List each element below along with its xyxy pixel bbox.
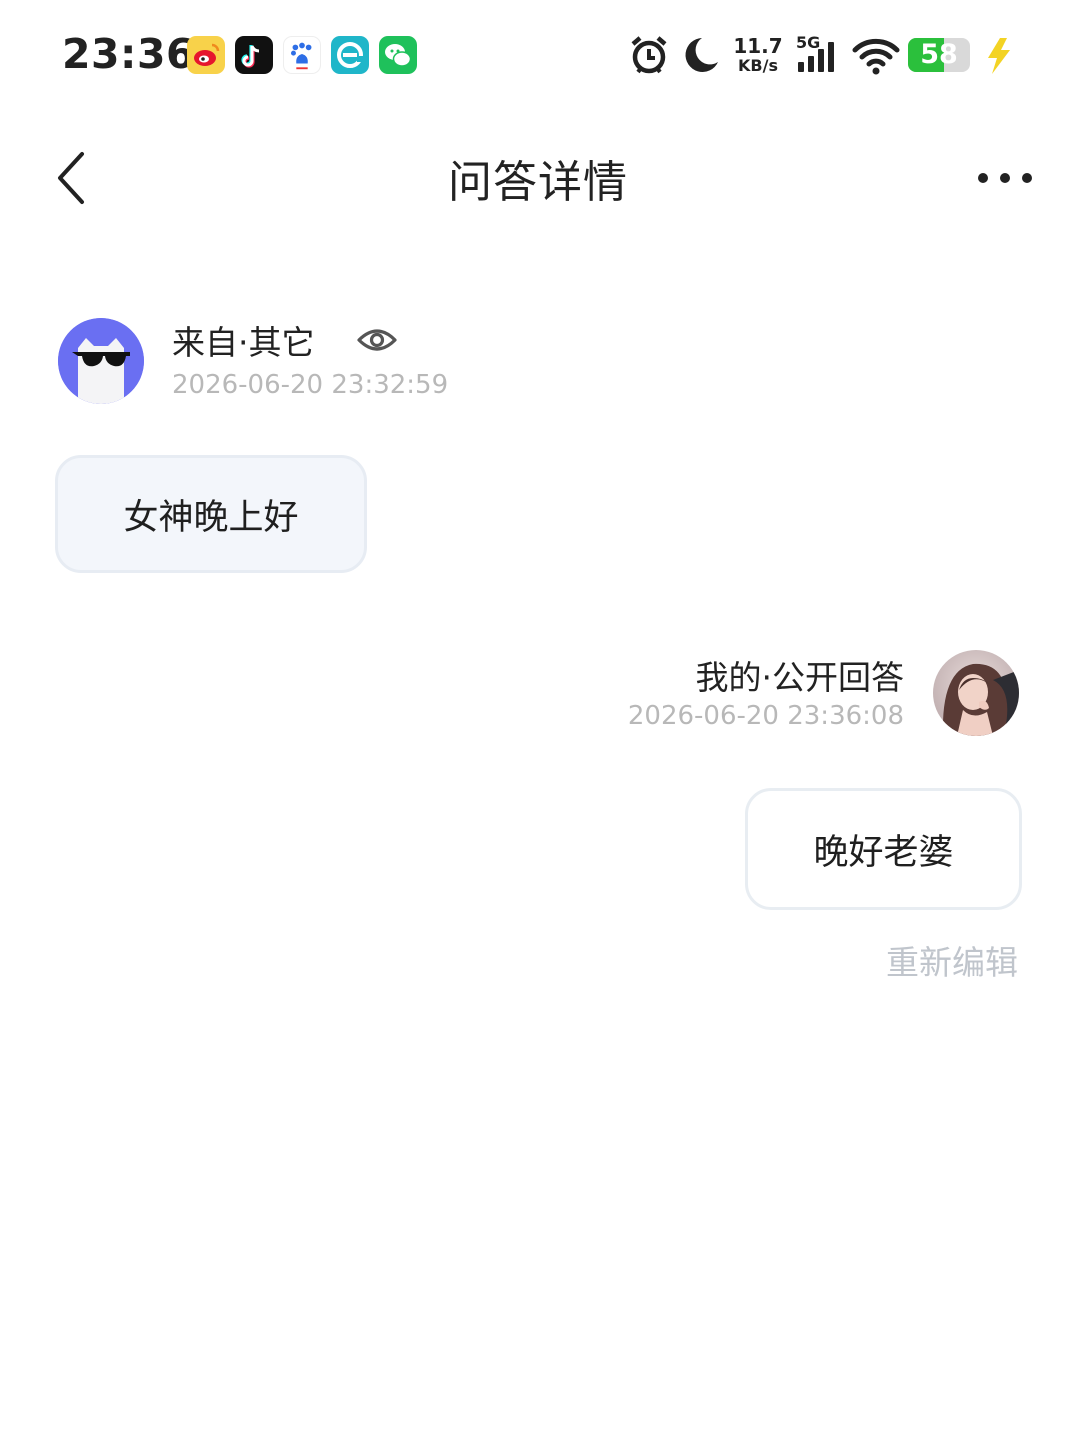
page-title: 问答详情 [448, 157, 628, 208]
weibo-icon [187, 36, 225, 74]
battery-level: 58 [920, 39, 958, 70]
wechat-icon [379, 36, 417, 74]
battery-icon: 58 [908, 38, 970, 72]
eye-icon[interactable] [356, 322, 398, 358]
question-bubble: 女神晚上好 [55, 455, 367, 573]
more-dots-icon [978, 173, 1032, 183]
charging-icon [980, 36, 1016, 80]
anonymous-cat-icon [58, 318, 144, 404]
douyin-icon [235, 36, 273, 74]
question-time: 2026-06-20 23:32:59 [172, 370, 449, 400]
question-text: 女神晚上好 [123, 497, 299, 538]
asker-avatar[interactable] [58, 318, 144, 404]
wifi-icon [852, 36, 900, 80]
signal-icon: 5G [796, 33, 842, 76]
question-source: 来自·其它 [172, 323, 315, 362]
more-button[interactable] [970, 160, 1040, 196]
my-avatar[interactable] [933, 650, 1019, 736]
baidu-icon [283, 36, 321, 74]
status-time: 23:36 [62, 30, 196, 78]
answer-text: 晚好老婆 [813, 832, 954, 873]
status-bar: 23:36 11.7 KB/s 5G 58 [0, 0, 1076, 110]
answer-time: 2026-06-20 23:36:08 [627, 701, 904, 731]
net-speed: 11.7 KB/s [733, 34, 783, 75]
answer-source: 我的·公开回答 [695, 658, 905, 697]
answer-bubble: 晚好老婆 [745, 788, 1022, 910]
moon-icon [678, 34, 720, 80]
profile-photo [933, 650, 1019, 736]
reedit-button[interactable]: 重新编辑 [886, 936, 1018, 984]
alarm-icon [628, 34, 670, 80]
browser-icon [331, 36, 369, 74]
